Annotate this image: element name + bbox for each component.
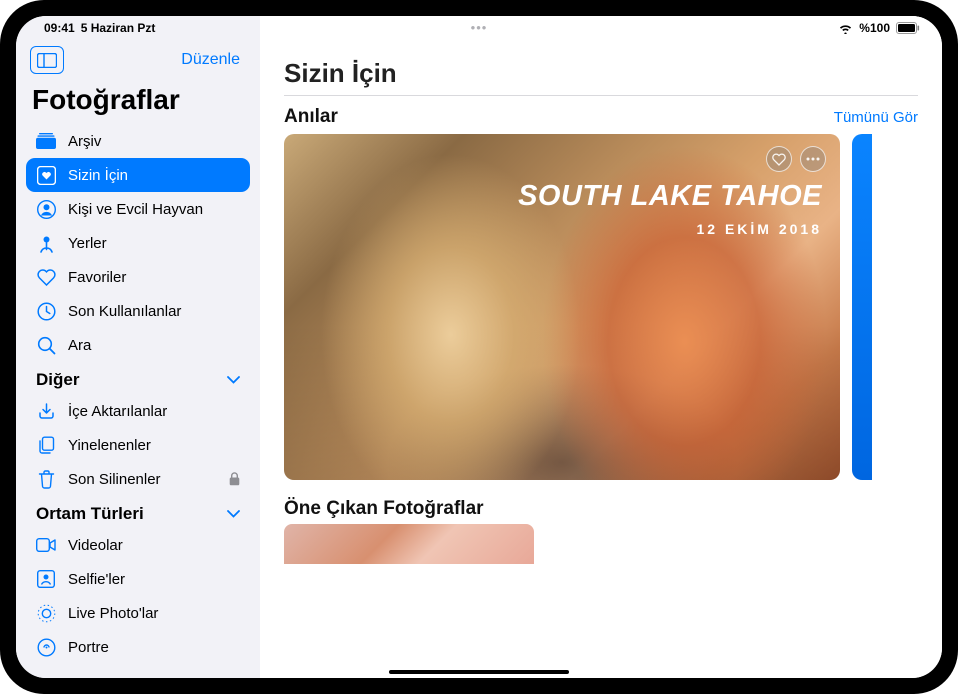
sidebar-toggle-button[interactable] [30,46,64,74]
more-button[interactable] [800,146,826,172]
wifi-icon [838,23,853,34]
library-icon [36,131,56,151]
memory-date: 12 EKİM 2018 [518,221,822,237]
section-header-other[interactable]: Diğer [26,362,250,394]
memory-card[interactable]: SOUTH LAKE TAHOE 12 EKİM 2018 [284,134,840,480]
sidebar-item-label: Yinelenenler [68,437,240,454]
portrait-icon [36,637,56,657]
people-icon [36,199,56,219]
sidebar-item-people[interactable]: Kişi ve Evcil Hayvan [26,192,250,226]
video-icon [36,535,56,555]
sidebar-item-favorites[interactable]: Favoriler [26,260,250,294]
for-you-icon [36,165,56,185]
sidebar-item-duplicates[interactable]: Yinelenenler [26,428,250,462]
featured-header: Öne Çıkan Fotoğraflar [284,480,942,524]
see-all-button[interactable]: Tümünü Gör [834,109,918,126]
sidebar-item-label: Kişi ve Evcil Hayvan [68,201,240,218]
sidebar-item-label: Selfie'ler [68,571,240,588]
sidebar-item-recently-deleted[interactable]: Son Silinenler [26,462,250,496]
memories-row[interactable]: SOUTH LAKE TAHOE 12 EKİM 2018 [284,134,942,480]
section-header-label: Diğer [36,370,79,390]
section-header-media-types[interactable]: Ortam Türleri [26,496,250,528]
duplicate-icon [36,435,56,455]
lock-icon [229,472,240,486]
sidebar-item-recents[interactable]: Son Kullanılanlar [26,294,250,328]
sidebar-item-label: Son Kullanılanlar [68,303,240,320]
clock-icon [36,301,56,321]
sidebar-item-label: Son Silinenler [68,471,217,488]
search-icon [36,335,56,355]
sidebar-item-label: Live Photo'lar [68,605,240,622]
memories-header: Anılar [284,106,338,128]
trash-icon [36,469,56,489]
sidebar-item-for-you[interactable]: Sizin İçin [26,158,250,192]
sidebar-item-videos[interactable]: Videolar [26,528,250,562]
battery-icon [896,22,920,34]
sidebar-item-places[interactable]: Yerler [26,226,250,260]
sidebar-item-label: Sizin İçin [68,167,240,184]
edit-button[interactable]: Düzenle [181,51,246,69]
sidebar-item-portrait[interactable]: Portre [26,630,250,664]
multitask-dots[interactable]: ••• [471,20,488,35]
places-icon [36,233,56,253]
featured-card[interactable] [284,524,534,564]
main-content: Sizin İçin Anılar Tümünü Gör [260,38,942,678]
status-time: 09:41 [44,21,75,35]
favorite-button[interactable] [766,146,792,172]
sidebar-item-label: İçe Aktarılanlar [68,403,240,420]
sidebar-item-label: Arşiv [68,133,240,150]
sidebar-item-live-photos[interactable]: Live Photo'lar [26,596,250,630]
page-title: Sizin İçin [284,58,918,96]
section-header-label: Ortam Türleri [36,504,144,524]
chevron-down-icon [227,376,240,384]
sidebar-item-selfies[interactable]: Selfie'ler [26,562,250,596]
status-date: 5 Haziran Pzt [81,21,156,35]
heart-icon [36,267,56,287]
sidebar-item-label: Ara [68,337,240,354]
memory-card-next[interactable] [852,134,872,480]
featured-row[interactable] [284,524,942,564]
sidebar-item-search[interactable]: Ara [26,328,250,362]
sidebar-item-label: Yerler [68,235,240,252]
battery-percent: %100 [859,21,890,35]
home-indicator[interactable] [389,670,569,674]
livephoto-icon [36,603,56,623]
sidebar-title: Fotoğraflar [26,84,250,124]
memory-title: SOUTH LAKE TAHOE [518,180,822,213]
sidebar: Düzenle Fotoğraflar Arşiv Sizin İçin [16,38,260,678]
sidebar-item-imports[interactable]: İçe Aktarılanlar [26,394,250,428]
sidebar-item-library[interactable]: Arşiv [26,124,250,158]
sidebar-item-label: Videolar [68,537,240,554]
sidebar-item-label: Favoriler [68,269,240,286]
chevron-down-icon [227,510,240,518]
import-icon [36,401,56,421]
sidebar-item-label: Portre [68,639,240,656]
selfie-icon [36,569,56,589]
